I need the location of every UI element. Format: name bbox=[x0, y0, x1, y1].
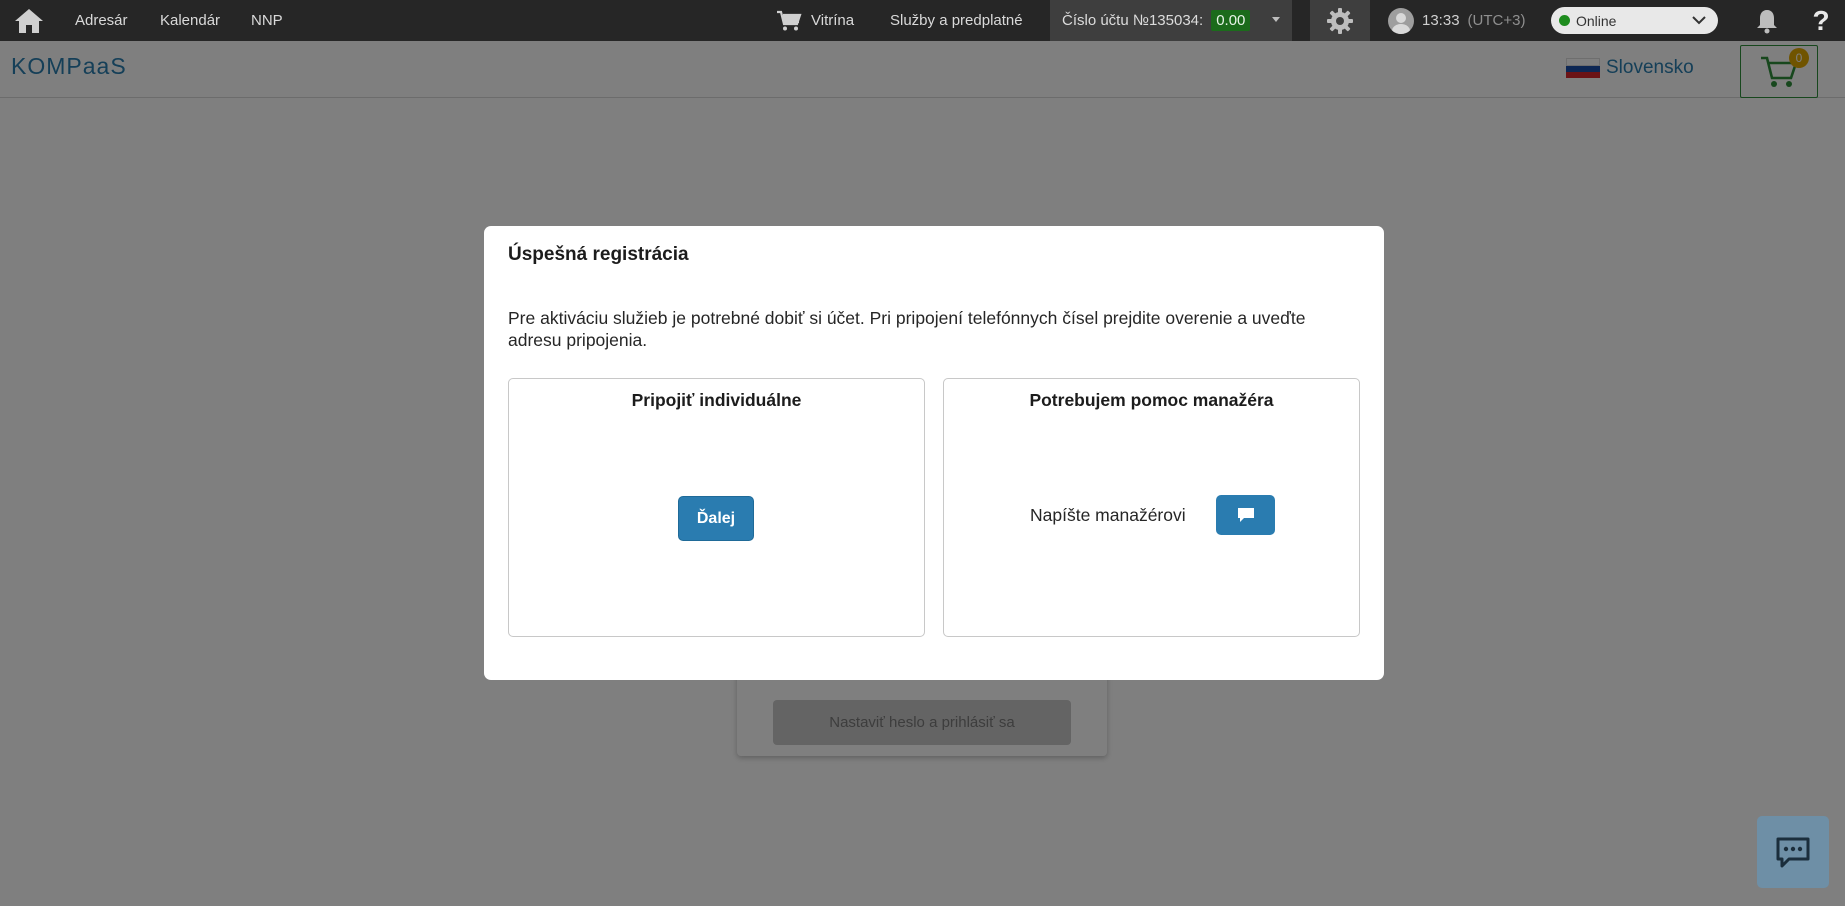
account-selector[interactable]: Číslo účtu №135034: 0.00 bbox=[1050, 0, 1292, 41]
clock-time: 13:33 bbox=[1422, 12, 1460, 29]
gear-icon bbox=[1327, 7, 1353, 34]
notifications-button[interactable] bbox=[1752, 0, 1782, 41]
nav-nnp[interactable]: NNP bbox=[251, 0, 283, 41]
write-manager-label: Napíšte manažérovi bbox=[1030, 505, 1186, 525]
option-individual: Pripojiť individuálne Ďalej bbox=[508, 378, 925, 637]
nav-kalendar[interactable]: Kalendár bbox=[160, 0, 220, 41]
question-icon: ? bbox=[1812, 4, 1830, 36]
chevron-down-icon bbox=[1692, 16, 1706, 25]
online-status-dot bbox=[1559, 15, 1570, 26]
balance-badge: 0.00 bbox=[1211, 10, 1251, 31]
user-info[interactable]: 13:33 (UTC+3) bbox=[1388, 0, 1525, 41]
chat-bubble-icon bbox=[1237, 508, 1254, 522]
status-value: Online bbox=[1576, 12, 1617, 29]
avatar bbox=[1388, 7, 1414, 34]
registration-modal: Úspešná registrácia Pre aktiváciu služie… bbox=[484, 226, 1384, 680]
nav-adresar[interactable]: Adresár bbox=[75, 0, 128, 41]
option-individual-title: Pripojiť individuálne bbox=[631, 390, 802, 410]
help-button[interactable]: ? bbox=[1806, 0, 1836, 41]
shopping-cart-icon bbox=[777, 10, 802, 30]
bell-icon bbox=[1757, 9, 1777, 33]
option-manager-help: Potrebujem pomoc manažéra Napíšte manažé… bbox=[943, 378, 1360, 637]
modal-title: Úspešná registrácia bbox=[508, 244, 689, 265]
option-manager-title: Potrebujem pomoc manažéra bbox=[1029, 390, 1274, 410]
home-button[interactable] bbox=[12, 0, 46, 41]
top-bar: Adresár Kalendár NNP Vitrína Služby a pr… bbox=[0, 0, 1845, 41]
nav-services[interactable]: Služby a predplatné bbox=[890, 0, 1023, 41]
caret-down-icon bbox=[1272, 17, 1280, 22]
nav-vitrina-label: Vitrína bbox=[811, 12, 855, 29]
home-icon bbox=[15, 8, 43, 33]
chat-dots-icon bbox=[1776, 837, 1810, 868]
modal-description: Pre aktiváciu služieb je potrebné dobiť … bbox=[508, 308, 1306, 350]
settings-button[interactable] bbox=[1310, 0, 1370, 41]
message-manager-button[interactable] bbox=[1216, 495, 1275, 535]
nav-vitrina[interactable]: Vitrína bbox=[776, 0, 854, 41]
next-button[interactable]: Ďalej bbox=[678, 496, 754, 541]
account-label: Číslo účtu №135034: bbox=[1062, 12, 1204, 29]
support-chat-button[interactable] bbox=[1757, 816, 1829, 888]
timezone-label: (UTC+3) bbox=[1467, 12, 1526, 29]
status-select[interactable]: Online bbox=[1551, 7, 1718, 34]
